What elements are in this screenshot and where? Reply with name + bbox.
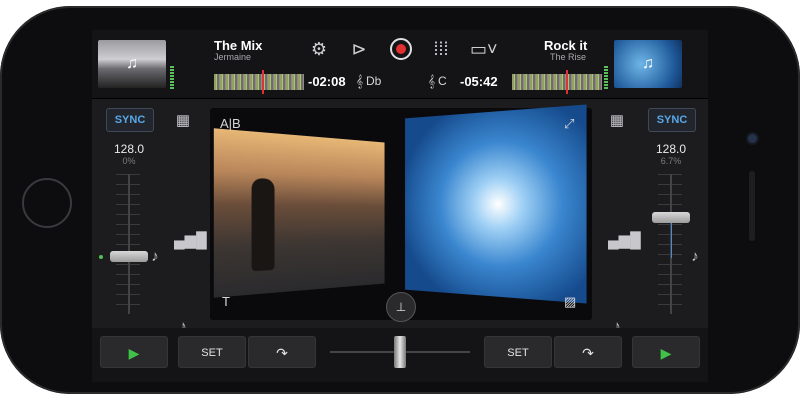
- treble-clef-icon: 𝄞: [356, 74, 364, 88]
- front-camera: [748, 134, 757, 143]
- record-icon[interactable]: [390, 38, 412, 60]
- left-video-panel: [213, 128, 385, 298]
- left-track-title: The Mix: [214, 38, 263, 53]
- left-waveform[interactable]: [214, 74, 304, 90]
- left-playhead: [262, 70, 264, 94]
- left-pitch: 0%: [122, 156, 136, 166]
- left-deck: SYNC ▦ 128.0 0% ♪ ▄▆█ ♪: [92, 98, 207, 335]
- expand-icon[interactable]: ⤢: [564, 116, 574, 132]
- right-track-title: Rock it: [544, 38, 588, 53]
- left-track-key: Db: [366, 74, 382, 88]
- film-strip-icon[interactable]: ▦: [608, 112, 626, 130]
- transport-bar: ▶ SET ↷ SET ↷ ▶: [92, 328, 708, 382]
- right-play-button[interactable]: ▶: [632, 336, 700, 368]
- right-pitch-fader[interactable]: [652, 212, 690, 223]
- right-sync-button[interactable]: SYNC: [648, 108, 696, 132]
- video-transition-button[interactable]: ⊥: [386, 292, 416, 322]
- right-set-cue-button[interactable]: SET: [484, 336, 552, 368]
- crossfader[interactable]: [330, 336, 470, 368]
- external-display-icon[interactable]: ▭˅: [470, 38, 498, 60]
- left-bpm: 128.0: [113, 142, 145, 156]
- left-jump-icon[interactable]: ↷: [248, 336, 316, 368]
- right-track-key: C: [438, 74, 447, 88]
- left-center-indicator: [99, 255, 103, 259]
- right-pitch: 6.7%: [660, 156, 682, 166]
- music-note-icon: ♫: [126, 55, 138, 72]
- equalizer-icon[interactable]: ▄▆█: [174, 232, 207, 250]
- equalizer-icon[interactable]: ▄▆█: [608, 232, 641, 250]
- left-pitch-fader[interactable]: [110, 251, 148, 262]
- video-mixer-icon[interactable]: ⊳: [348, 38, 370, 60]
- right-waveform[interactable]: [512, 74, 602, 90]
- right-remaining-time: -05:42: [460, 74, 498, 89]
- right-track-artist: The Rise: [550, 52, 587, 62]
- left-set-cue-button[interactable]: SET: [178, 336, 246, 368]
- phone-frame: ♫ The Mix Jermaine -02:08 𝄞 Db ⚙ ⊳ ⁞⁞⁞ ▭…: [0, 6, 800, 394]
- right-video-panel: [405, 104, 587, 304]
- right-bpm: 128.0: [655, 142, 687, 156]
- music-note-icon: ♪: [691, 248, 699, 265]
- home-button[interactable]: [22, 178, 72, 228]
- video-preview[interactable]: A|B ⤢ T ▨ ⊥: [210, 104, 592, 322]
- text-icon[interactable]: T: [222, 294, 230, 309]
- film-strip-icon[interactable]: ▦: [174, 112, 192, 130]
- dj-app-screen: ♫ The Mix Jermaine -02:08 𝄞 Db ⚙ ⊳ ⁞⁞⁞ ▭…: [92, 30, 708, 382]
- right-track-artwork[interactable]: ♫: [614, 40, 682, 88]
- grid-icon[interactable]: ⁞⁞⁞: [430, 38, 452, 60]
- treble-clef-icon: 𝄞: [428, 74, 436, 88]
- music-note-icon: ♫: [642, 55, 654, 72]
- gear-icon[interactable]: ⚙: [308, 38, 330, 60]
- top-bar: ♫ The Mix Jermaine -02:08 𝄞 Db ⚙ ⊳ ⁞⁞⁞ ▭…: [92, 30, 708, 99]
- left-pitch-track: [128, 174, 130, 314]
- dancer-silhouette: [251, 178, 275, 272]
- left-track-artist: Jermaine: [214, 52, 252, 62]
- right-deck: ▦ SYNC 128.0 6.7% ▄▆█ ♪ ♪: [596, 98, 708, 335]
- right-level-meter: [604, 66, 608, 90]
- left-track-artwork[interactable]: ♫: [98, 40, 166, 88]
- music-note-icon: ♪: [151, 248, 159, 265]
- speaker-grille: [749, 171, 755, 241]
- ab-icon[interactable]: A|B: [220, 116, 241, 131]
- left-remaining-time: -02:08: [308, 74, 346, 89]
- right-playhead: [566, 70, 568, 94]
- crossfader-knob[interactable]: [394, 336, 406, 368]
- left-level-meter: [170, 66, 174, 90]
- left-play-button[interactable]: ▶: [100, 336, 168, 368]
- image-icon[interactable]: ▨: [564, 294, 576, 310]
- left-sync-button[interactable]: SYNC: [106, 108, 154, 132]
- right-jump-icon[interactable]: ↷: [554, 336, 622, 368]
